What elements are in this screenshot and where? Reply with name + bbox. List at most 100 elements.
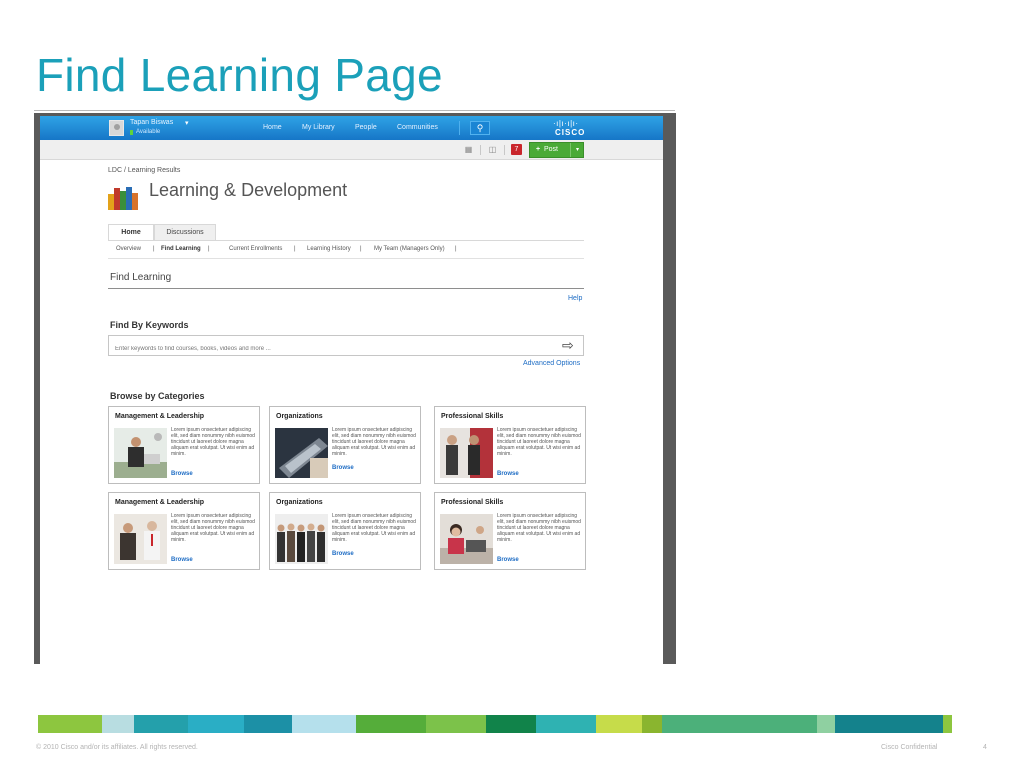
card-title[interactable]: Organizations	[276, 499, 323, 506]
app-title: Learning & Development	[149, 180, 348, 200]
card-image	[114, 428, 167, 478]
card-description: Lorem ipsum onsectetuer adipiscing elit,…	[497, 513, 581, 543]
stripe-segment	[486, 715, 536, 733]
card-description: Lorem ipsum onsectetuer adipiscing elit,…	[497, 427, 581, 457]
slide-title: Find Learning Page	[36, 49, 443, 101]
subnav-separator: |	[294, 246, 296, 252]
arrow-right-icon[interactable]: ⇨	[562, 338, 574, 352]
stripe-segment	[134, 715, 188, 733]
browse-link[interactable]: Browse	[332, 551, 354, 557]
card-image	[275, 514, 328, 564]
stripe-segment	[817, 715, 835, 733]
browse-heading: Browse by Categories	[110, 391, 205, 401]
grid-view-icon[interactable]: ▦	[463, 145, 474, 155]
keyword-search-input[interactable]	[108, 335, 584, 356]
advanced-options-link[interactable]: Advanced Options	[523, 360, 580, 367]
category-card: Management & Leadership Lorem ipsum onse…	[108, 406, 260, 484]
subnav-find-learning[interactable]: Find Learning	[161, 246, 201, 252]
browse-link[interactable]: Browse	[497, 557, 519, 563]
card-image	[440, 428, 493, 478]
subnav-learning-history[interactable]: Learning History	[307, 246, 351, 252]
stripe-segment	[292, 715, 356, 733]
section-divider	[108, 288, 584, 289]
stripe-segment	[943, 715, 952, 733]
subnav-separator: |	[153, 246, 155, 252]
nav-home[interactable]: Home	[263, 124, 282, 131]
card-title[interactable]: Professional Skills	[441, 413, 503, 420]
panel-view-icon[interactable]: ◫	[487, 145, 498, 155]
subnav-divider	[108, 258, 584, 259]
footer-confidential: Cisco Confidential	[881, 744, 938, 751]
stripe-segment	[662, 715, 817, 733]
subnav-separator: |	[208, 246, 210, 252]
category-card: Organizations Lorem ipsum onsectetuer ad…	[269, 492, 421, 570]
subnav-current-enrollments[interactable]: Current Enrollments	[229, 246, 282, 252]
action-toolbar: ▦ ◫ 7 + Post ▾	[40, 140, 663, 160]
nav-communities[interactable]: Communities	[397, 124, 438, 131]
stripe-segment	[38, 715, 102, 733]
screenshot-frame: Tapan Biswas ▾ Available Home My Library…	[34, 113, 676, 664]
chevron-down-icon[interactable]: ▾	[570, 143, 584, 157]
browse-link[interactable]: Browse	[171, 471, 193, 477]
card-title[interactable]: Management & Leadership	[115, 499, 204, 506]
card-image	[114, 514, 167, 564]
card-description: Lorem ipsum onsectetuer adipiscing elit,…	[171, 513, 255, 543]
notification-badge[interactable]: 7	[511, 144, 522, 155]
plus-icon: +	[536, 146, 541, 153]
subnav-my-team[interactable]: My Team (Managers Only)	[374, 246, 445, 252]
help-link[interactable]: Help	[568, 295, 582, 302]
browse-link[interactable]: Browse	[171, 557, 193, 563]
card-title[interactable]: Management & Leadership	[115, 413, 204, 420]
browse-link[interactable]: Browse	[332, 465, 354, 471]
user-status[interactable]: Available	[136, 129, 160, 135]
search-icon[interactable]: ⚲	[470, 121, 490, 135]
stripe-segment	[426, 715, 486, 733]
subnav-overview[interactable]: Overview	[116, 246, 141, 252]
avatar[interactable]	[109, 120, 124, 136]
tab-discussions[interactable]: Discussions	[154, 224, 216, 241]
stripe-segment	[642, 715, 662, 733]
card-title[interactable]: Professional Skills	[441, 499, 503, 506]
nav-people[interactable]: People	[355, 124, 377, 131]
books-logo-icon	[108, 186, 142, 210]
presence-indicator-icon	[130, 130, 133, 135]
card-description: Lorem ipsum onsectetuer adipiscing elit,…	[332, 427, 416, 457]
tab-divider	[108, 240, 584, 241]
card-description: Lorem ipsum onsectetuer adipiscing elit,…	[171, 427, 255, 457]
page-number: 4	[983, 744, 987, 751]
toolbar-divider	[504, 145, 505, 155]
nav-divider	[459, 121, 460, 135]
stripe-segment	[356, 715, 426, 733]
stripe-segment	[536, 715, 596, 733]
toolbar-divider	[480, 145, 481, 155]
nav-my-library[interactable]: My Library	[302, 124, 335, 131]
user-name[interactable]: Tapan Biswas	[130, 119, 173, 126]
subnav-separator: |	[360, 246, 362, 252]
stripe-segment	[835, 715, 943, 733]
card-image	[440, 514, 493, 564]
footer-copyright: © 2010 Cisco and/or its affiliates. All …	[36, 744, 198, 751]
title-divider	[34, 110, 675, 111]
top-navigation-bar: Tapan Biswas ▾ Available Home My Library…	[40, 116, 663, 140]
tab-home[interactable]: Home	[108, 224, 154, 241]
card-image	[275, 428, 328, 478]
card-title[interactable]: Organizations	[276, 413, 323, 420]
category-card: Professional Skills Lorem ipsum onsectet…	[434, 492, 586, 570]
stripe-segment	[596, 715, 642, 733]
category-card: Management & Leadership Lorem ipsum onse…	[108, 492, 260, 570]
subnav-separator: |	[455, 246, 457, 252]
user-menu-caret-icon[interactable]: ▾	[185, 119, 189, 127]
breadcrumb[interactable]: LDC / Learning Results	[108, 167, 180, 174]
cisco-logo-bars-icon: ·ı|ı·ı|ı·	[553, 119, 579, 128]
category-card: Organizations Lorem ipsum onsectetuer ad…	[269, 406, 421, 484]
post-button-label: Post	[544, 146, 559, 153]
post-button[interactable]: + Post ▾	[529, 142, 584, 158]
stripe-segment	[102, 715, 134, 733]
card-description: Lorem ipsum onsectetuer adipiscing elit,…	[332, 513, 416, 543]
browse-link[interactable]: Browse	[497, 471, 519, 477]
keywords-heading: Find By Keywords	[110, 320, 189, 330]
cisco-logo: CISCO	[555, 128, 586, 137]
category-card: Professional Skills Lorem ipsum onsectet…	[434, 406, 586, 484]
app-window: Tapan Biswas ▾ Available Home My Library…	[40, 116, 663, 664]
stripe-segment	[188, 715, 244, 733]
